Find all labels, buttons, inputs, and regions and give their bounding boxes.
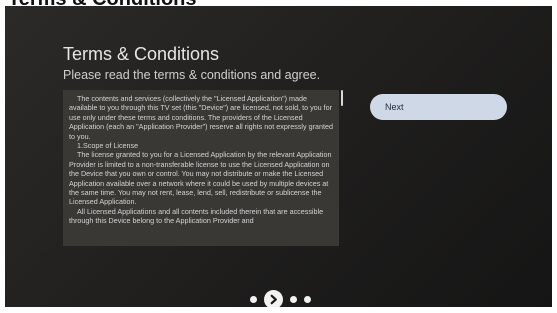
terms-section-heading: 1.Scope of License (77, 141, 139, 151)
terms-paragraph: The license granted to you for a License… (69, 150, 332, 207)
step-indicator (250, 289, 320, 307)
step-dot (250, 295, 257, 303)
terms-scrollbar[interactable] (341, 90, 343, 106)
terms-paragraph: The contents and services (collectively … (69, 94, 333, 141)
terms-text: The contents and services (collectively … (63, 90, 339, 226)
next-button[interactable]: Next (370, 94, 507, 120)
terms-paragraph: All Licensed Applications and all conten… (69, 206, 324, 226)
step-dot (290, 295, 297, 303)
terms-text-box[interactable]: The contents and services (collectively … (63, 90, 339, 246)
page-title: Terms & Conditions (63, 44, 220, 64)
page-subtitle: Please read the terms & conditions and a… (63, 68, 321, 82)
step-dot-current (264, 289, 283, 307)
chevron-right-icon (270, 294, 277, 304)
step-dot (304, 295, 311, 303)
tv-screen: Terms & Conditions Please read the terms… (5, 6, 552, 307)
